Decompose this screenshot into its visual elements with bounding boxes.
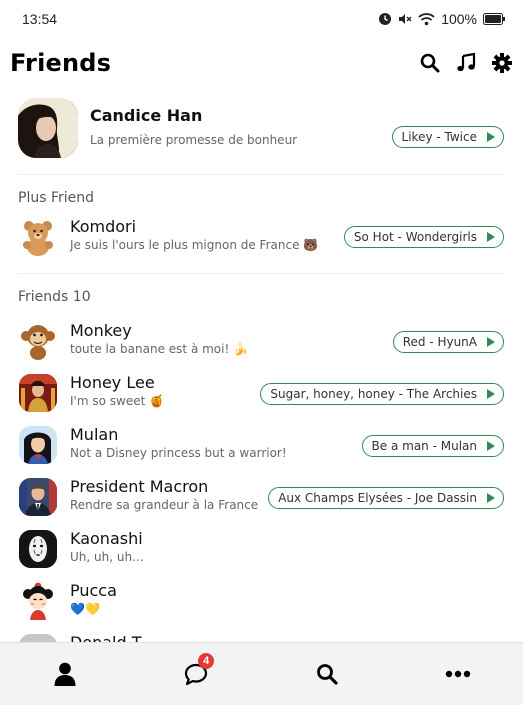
battery-level: 100% bbox=[441, 11, 477, 27]
search-button[interactable] bbox=[419, 52, 441, 74]
settings-button[interactable] bbox=[491, 52, 513, 74]
friend-avatar[interactable] bbox=[19, 478, 57, 516]
friend-status: Uh, uh, uh... bbox=[70, 550, 144, 564]
unread-badge: 4 bbox=[198, 653, 215, 669]
friend-music-button[interactable]: Sugar, honey, honey - The Archies bbox=[260, 383, 504, 405]
search-icon bbox=[420, 53, 440, 73]
friend-avatar[interactable] bbox=[19, 426, 57, 464]
person-icon bbox=[54, 662, 76, 686]
app-header: Friends bbox=[0, 44, 523, 82]
alarm-icon bbox=[378, 12, 392, 26]
search-icon bbox=[316, 664, 338, 685]
friend-status: I'm so sweet 🍯 bbox=[70, 394, 165, 408]
friend-row[interactable]: Honey Lee I'm so sweet 🍯 Sugar, honey, h… bbox=[0, 371, 523, 415]
plus-friend-row[interactable]: Komdori Je suis l'ours le plus mignon de… bbox=[0, 215, 523, 259]
friend-row[interactable]: Pucca 💙💛 bbox=[0, 579, 523, 623]
play-icon bbox=[487, 132, 495, 142]
music-button[interactable] bbox=[455, 52, 477, 74]
friend-status: toute la banane est à moi! 🍌 bbox=[70, 342, 249, 356]
play-icon bbox=[487, 441, 495, 451]
my-profile-row[interactable]: Candice Han La première promesse de bonh… bbox=[0, 98, 523, 158]
friend-music-button[interactable]: Aux Champs Elysées - Joe Dassin bbox=[268, 487, 504, 509]
divider bbox=[18, 174, 505, 175]
my-status-message: La première promesse de bonheur bbox=[90, 133, 298, 147]
profile-music-button[interactable]: Likey - Twice bbox=[391, 126, 504, 148]
friend-avatar[interactable] bbox=[19, 322, 57, 360]
my-name: Candice Han bbox=[90, 106, 203, 125]
friend-name: President Macron bbox=[70, 477, 209, 496]
my-avatar[interactable] bbox=[18, 98, 78, 158]
music-note-icon bbox=[457, 53, 476, 72]
friend-avatar[interactable] bbox=[19, 582, 57, 620]
friend-music-button[interactable]: Red - HyunA bbox=[392, 331, 504, 353]
status-icons: 100% bbox=[378, 11, 505, 27]
music-label: Aux Champs Elysées - Joe Dassin bbox=[278, 491, 477, 505]
friend-avatar[interactable] bbox=[19, 218, 57, 256]
friend-name: Kaonashi bbox=[70, 529, 143, 548]
wifi-icon bbox=[418, 12, 435, 26]
friend-music-button[interactable]: So Hot - Wondergirls bbox=[343, 226, 504, 248]
battery-icon bbox=[483, 13, 505, 25]
status-time: 13:54 bbox=[22, 11, 58, 27]
nav-more[interactable] bbox=[428, 654, 488, 694]
friend-row[interactable]: Kaonashi Uh, uh, uh... bbox=[0, 527, 523, 571]
play-icon bbox=[487, 337, 495, 347]
friend-name: Honey Lee bbox=[70, 373, 155, 392]
music-label: Sugar, honey, honey - The Archies bbox=[270, 387, 477, 401]
friend-status: 💙💛 bbox=[70, 602, 100, 616]
status-bar: 13:54 100% bbox=[0, 0, 523, 38]
friend-name: Komdori bbox=[70, 217, 137, 236]
friend-row[interactable]: Monkey toute la banane est à moi! 🍌 Red … bbox=[0, 319, 523, 363]
friend-avatar[interactable] bbox=[19, 530, 57, 568]
music-label: Be a man - Mulan bbox=[371, 439, 477, 453]
mute-icon bbox=[398, 12, 412, 26]
music-label: So Hot - Wondergirls bbox=[353, 230, 477, 244]
plus-friend-section-label: Plus Friend bbox=[18, 190, 95, 206]
friends-section-label: Friends 10 bbox=[18, 289, 91, 305]
divider bbox=[18, 273, 505, 274]
friend-name: Monkey bbox=[70, 321, 132, 340]
bottom-navigation: 4 bbox=[0, 642, 523, 705]
nav-chats[interactable]: 4 bbox=[166, 653, 226, 694]
nav-search[interactable] bbox=[297, 654, 357, 694]
header-actions bbox=[419, 52, 513, 74]
friend-name: Mulan bbox=[70, 425, 119, 444]
friend-row[interactable]: President Macron Rendre sa grandeur à la… bbox=[0, 475, 523, 519]
friend-avatar[interactable] bbox=[19, 374, 57, 412]
more-icon bbox=[445, 670, 470, 678]
play-icon bbox=[487, 232, 495, 242]
friend-row[interactable]: Mulan Not a Disney princess but a warrio… bbox=[0, 423, 523, 467]
play-icon bbox=[487, 389, 495, 399]
friend-status: Rendre sa grandeur à la France bbox=[70, 498, 259, 512]
music-label: Likey - Twice bbox=[401, 130, 477, 144]
friend-name: Pucca bbox=[70, 581, 117, 600]
nav-friends[interactable] bbox=[35, 654, 95, 694]
play-icon bbox=[487, 493, 495, 503]
friend-status: Je suis l'ours le plus mignon de France … bbox=[70, 238, 319, 252]
friend-status: Not a Disney princess but a warrior! bbox=[70, 446, 287, 460]
gear-icon bbox=[492, 53, 512, 73]
page-title: Friends bbox=[10, 49, 112, 77]
music-label: Red - HyunA bbox=[402, 335, 477, 349]
friend-music-button[interactable]: Be a man - Mulan bbox=[361, 435, 504, 457]
